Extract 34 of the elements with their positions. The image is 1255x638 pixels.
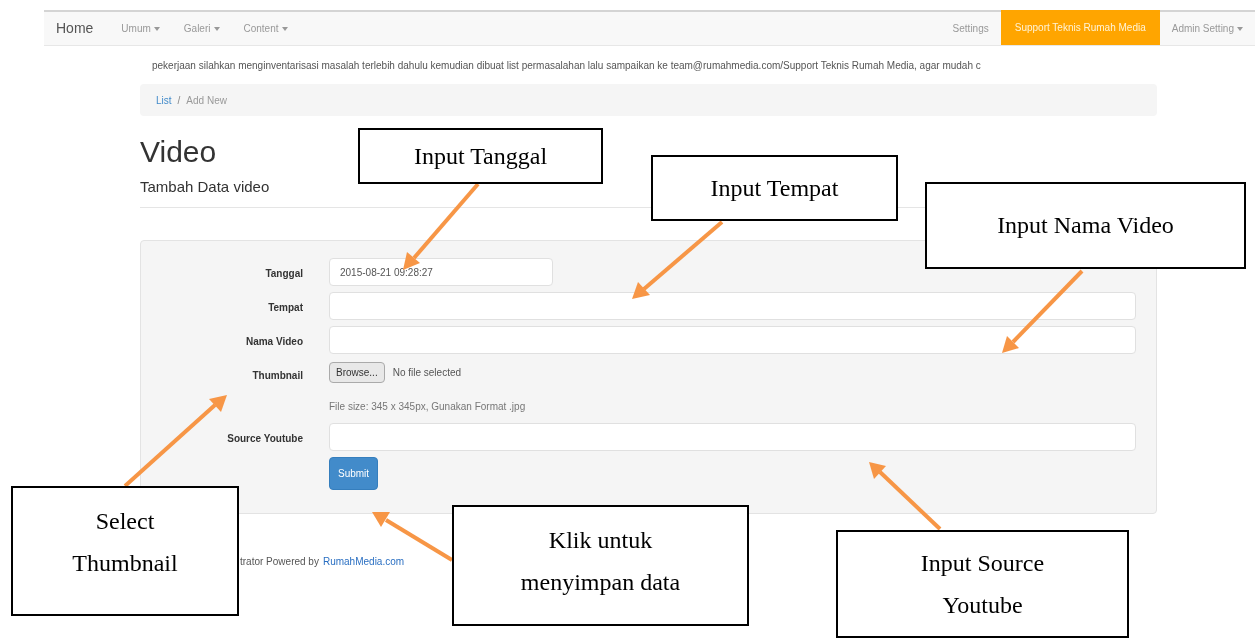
input-field[interactable] <box>329 423 1136 451</box>
callout-box: Select Thumbnail <box>11 486 239 616</box>
field-label: Thumbnail <box>251 369 303 383</box>
breadcrumb-item: Add New <box>186 93 227 108</box>
input-field[interactable] <box>329 326 1136 354</box>
nav-menu[interactable]: Galeri <box>183 21 220 36</box>
nav-brand[interactable]: Home <box>56 18 94 39</box>
breadcrumb-separator: / <box>177 93 181 108</box>
nav-menu[interactable]: Umum <box>121 21 160 36</box>
input-field[interactable] <box>329 292 1136 320</box>
help-text: File size: 345 x 345px, Gunakan Format .jpg <box>329 400 526 414</box>
nav-menu[interactable]: Admin Setting <box>1159 12 1255 45</box>
submit-button[interactable]: Submit <box>329 457 379 490</box>
page-title: Video <box>140 134 217 170</box>
nav-menu[interactable]: Content <box>243 21 288 36</box>
field-label: Tempat <box>267 301 303 315</box>
nav-menu[interactable]: Support Teknis Rumah Media <box>1000 10 1160 45</box>
page-subtitle: Tambah Data video <box>140 177 270 197</box>
file-status: No file selected <box>392 366 462 380</box>
callout-box: Input Tanggal <box>358 128 603 184</box>
footer-link[interactable]: RumahMedia.com <box>322 554 405 569</box>
browse-button[interactable]: Browse... <box>329 362 385 383</box>
callout-box: Input Source Youtube <box>836 530 1129 638</box>
field-label: Nama Video <box>244 335 303 349</box>
field-label: Tanggal <box>264 267 303 281</box>
callout-box: Klik untuk menyimpan data <box>452 505 749 626</box>
input-field[interactable]: 2015-08-21 09:28:27 <box>329 258 553 286</box>
field-label: Source Youtube <box>226 432 303 446</box>
footer-text: trator Powered by <box>240 555 319 569</box>
breadcrumb-item[interactable]: List <box>156 92 172 108</box>
callout-box: Input Nama Video <box>925 182 1246 269</box>
notice-text: pekerjaan silahkan menginventarisasi masalah terlebih dahulu kemudian dibuat list permasalahan lalu sampaikan ke team@rumahmedia.com/Support Teknis Rumah Media, agar mudah c <box>152 59 982 73</box>
callout-box: Input Tempat <box>651 155 898 221</box>
nav-menu[interactable]: Settings <box>940 12 1001 45</box>
